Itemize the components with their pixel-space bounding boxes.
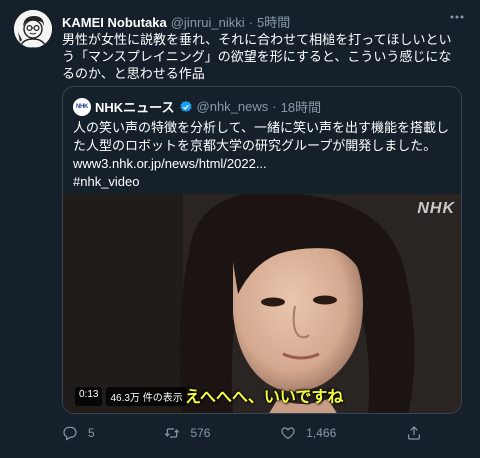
quoted-tweet-text: 人の笑い声の特徴を分析して、一緒に笑い声を出す機能を搭載した人型のロボットを京都… (73, 120, 449, 153)
quoted-tweet[interactable]: NHK NHKニュース @nhk_news · 18時間 人の笑い声の特徴を分析… (62, 86, 462, 414)
more-icon (450, 15, 464, 19)
avatar[interactable] (14, 10, 52, 48)
tweet-actions: 5 576 1,466 (62, 425, 422, 441)
retweet-icon (165, 428, 180, 438)
retweet-button[interactable]: 576 (164, 425, 210, 441)
like-button[interactable]: 1,466 (280, 425, 336, 441)
heart-icon (281, 427, 295, 440)
share-icon (408, 426, 420, 440)
retweet-count: 576 (190, 426, 211, 440)
nhk-watermark: NHK (417, 200, 455, 217)
reply-button[interactable]: 5 (62, 425, 95, 441)
article-link[interactable]: www3.nhk.or.jp/news/html/2022... (73, 155, 453, 173)
verified-badge-icon (179, 100, 192, 112)
quoted-handle[interactable]: @nhk_news (197, 99, 269, 114)
nhk-logo-avatar[interactable]: NHK (73, 97, 91, 116)
tweet-timestamp[interactable]: 5時間 (257, 12, 290, 31)
like-count: 1,466 (306, 426, 337, 440)
share-button[interactable] (406, 425, 422, 441)
tweet-header: KAMEI Nobutaka @jinrui_nikki · 5時間 (62, 12, 290, 31)
hashtag-link[interactable]: #nhk_video (73, 173, 453, 191)
video-subtitle: えへへへ、いいですね (185, 389, 344, 406)
more-options-button[interactable] (448, 8, 466, 26)
quoted-display-name[interactable]: NHKニュース (95, 97, 175, 116)
quoted-tweet-header: NHK NHKニュース @nhk_news · 18時間 (73, 97, 321, 116)
reply-icon (63, 426, 77, 441)
quoted-separator-dot: · (272, 99, 277, 114)
video-views: 46.3万 件の表示 (106, 387, 187, 406)
video-frame-robot (63, 194, 461, 413)
display-name[interactable]: KAMEI Nobutaka (62, 15, 167, 30)
video-duration: 0:13 (75, 387, 103, 406)
separator-dot: · (248, 15, 253, 30)
video-player[interactable]: NHK 0:13 46.3万 件の表示 えへへへ、いいですね (63, 194, 461, 413)
video-meta-badges: 0:13 46.3万 件の表示 (75, 387, 187, 406)
reply-count: 5 (88, 426, 95, 440)
quoted-tweet-body: 人の笑い声の特徴を分析して、一緒に笑い声を出す機能を搭載した人型のロボットを京都… (73, 119, 453, 191)
tweet-text: 男性が女性に説教を垂れ、それに合わせて相槌を打ってほしいという「マンスプレイニン… (62, 32, 452, 81)
avatar-icon (14, 10, 52, 48)
nhk-logo-text: NHK (75, 103, 89, 110)
tweet-card[interactable]: KAMEI Nobutaka @jinrui_nikki · 5時間 男性が女性… (0, 0, 480, 458)
user-handle[interactable]: @jinrui_nikki (171, 15, 245, 30)
quoted-timestamp[interactable]: 18時間 (281, 97, 321, 116)
